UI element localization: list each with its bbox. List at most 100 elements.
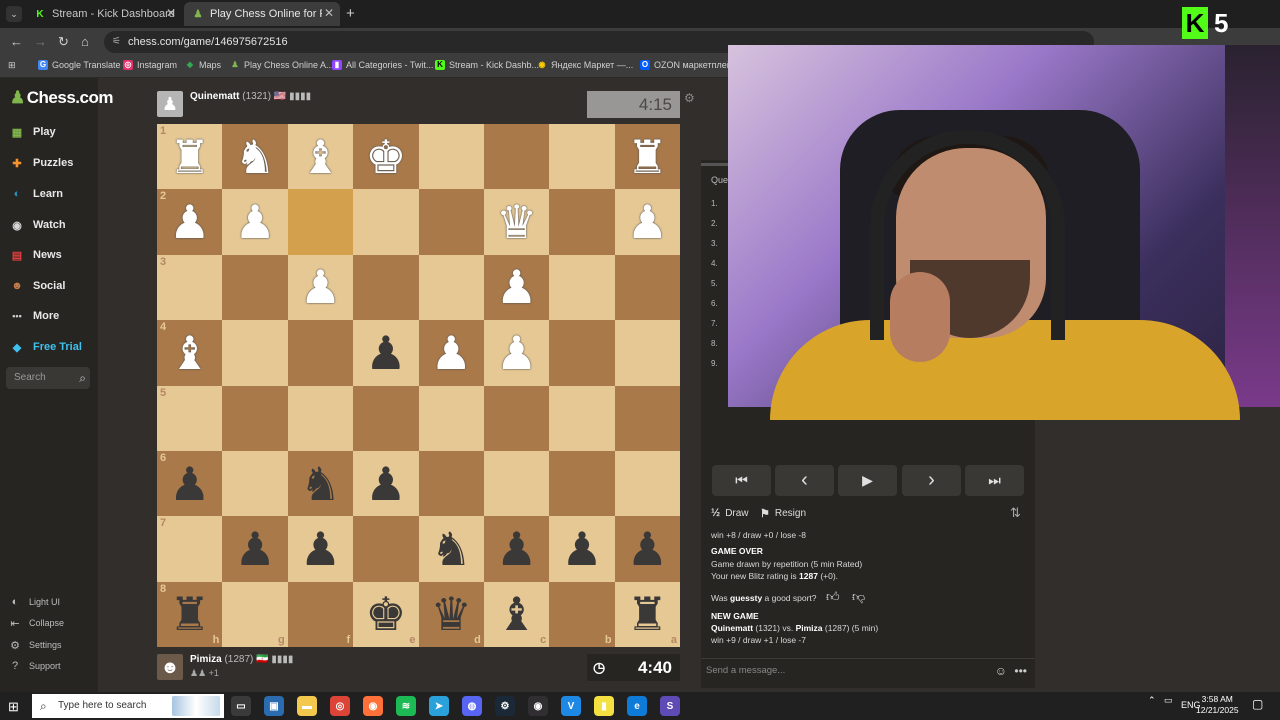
board-square[interactable]: ♟ xyxy=(614,189,680,255)
board-square[interactable] xyxy=(222,450,288,517)
board-square[interactable] xyxy=(614,320,680,386)
search-icon[interactable]: ⌕ xyxy=(79,367,86,389)
board-square[interactable]: ♟ xyxy=(287,516,354,582)
network-icon[interactable]: ▭ xyxy=(1164,695,1173,706)
obs-icon[interactable]: ◉ xyxy=(528,696,548,716)
board-square[interactable] xyxy=(418,189,484,255)
white-rook-icon[interactable]: ♜ xyxy=(627,134,668,180)
avatar[interactable]: ☻ xyxy=(157,654,183,680)
board-square[interactable] xyxy=(287,320,354,386)
bookmark-ozon[interactable]: O OZON маркетплей... xyxy=(640,60,739,70)
board-square[interactable] xyxy=(353,189,419,255)
reload-icon[interactable]: ↻ xyxy=(58,34,69,50)
sidebar-item-social[interactable]: ☻ Social xyxy=(8,275,65,297)
black-king-icon[interactable]: ♚ xyxy=(365,591,406,637)
forward-arrow-icon[interactable]: → xyxy=(34,34,47,49)
chesscom-logo[interactable]: ♟ Chess.com xyxy=(10,88,113,108)
board-square[interactable]: ♞ xyxy=(418,516,484,582)
white-king-icon[interactable]: ♚ xyxy=(365,134,406,180)
board-square[interactable] xyxy=(614,254,680,321)
board-square[interactable]: f xyxy=(287,581,354,647)
chess-board[interactable]: 1 ♜ ♞ ♝ ♚ ♜ 2 ♟ ♟ ♛ ♟ 3 ♟ ♟ 4 ♝ ♟ ♟ ♟ 5 6 ♟ ♞ ♟ 7 ♟ ♟ ♞ ♟ ♟ ♟ 8 h ♜ g f e ♚ d ♛… xyxy=(157,124,680,647)
sidebar-item-more[interactable]: ••• More xyxy=(8,305,59,327)
board-square[interactable] xyxy=(418,385,484,451)
board-square[interactable] xyxy=(483,385,550,451)
board-square[interactable] xyxy=(549,254,615,321)
task-view-icon[interactable]: ▭ xyxy=(231,696,251,716)
home-icon[interactable]: ⌂ xyxy=(81,34,89,49)
board-square[interactable] xyxy=(483,124,550,190)
white-pawn-icon[interactable]: ♟ xyxy=(627,199,668,245)
bookmark-twitch[interactable]: ▮ All Categories - Twit... xyxy=(332,60,433,70)
app-icon[interactable]: S xyxy=(660,696,680,716)
chat-message-input[interactable]: Send a message... ☺ ••• xyxy=(701,658,1035,682)
gear-icon[interactable]: ⚙ xyxy=(684,91,695,105)
board-square[interactable] xyxy=(287,385,354,451)
sidebar-item-collapse[interactable]: ⇤ Collapse xyxy=(8,615,64,631)
steam-icon[interactable]: ⚙ xyxy=(495,696,515,716)
board-square[interactable] xyxy=(287,189,354,255)
board-square[interactable] xyxy=(549,385,615,451)
board-square[interactable]: ♟ xyxy=(483,254,550,321)
bookmark-maps[interactable]: ◆ Maps xyxy=(185,60,221,70)
chrome-icon[interactable]: ◎ xyxy=(330,696,350,716)
sidebar-item-watch[interactable]: ◉ Watch xyxy=(8,214,65,236)
board-square[interactable] xyxy=(549,124,615,190)
tab-kick-dashboard[interactable]: K Stream - Kick Dashboard ✕ xyxy=(26,2,182,26)
play-button[interactable]: ▶ xyxy=(838,465,897,496)
board-square[interactable] xyxy=(353,385,419,451)
board-square[interactable]: ♟ xyxy=(614,516,680,582)
sidebar-item-support[interactable]: ? Support xyxy=(8,658,61,674)
bookmark-play-chess[interactable]: ♟ Play Chess Online A... xyxy=(230,60,333,70)
board-square[interactable]: d ♛ xyxy=(418,581,484,647)
board-square[interactable]: ♝ xyxy=(287,124,354,190)
board-square[interactable]: 6 ♟ xyxy=(157,450,223,517)
file-explorer-icon[interactable]: ▬ xyxy=(297,696,317,716)
telegram-icon[interactable]: ➤ xyxy=(429,696,449,716)
bookmark-kick[interactable]: K Stream - Kick Dashb... xyxy=(435,60,539,70)
sidebar-item-light-ui[interactable]: ◐ Light UI xyxy=(8,594,60,610)
board-square[interactable]: 8 h ♜ xyxy=(157,581,223,647)
board-square[interactable]: 3 xyxy=(157,254,223,321)
white-rook-icon[interactable]: ♜ xyxy=(169,134,210,180)
black-queen-icon[interactable]: ♛ xyxy=(431,591,472,637)
board-square[interactable]: ♞ xyxy=(287,450,354,517)
top-player-name[interactable]: Quinematt (1321) 🇺🇸 ▮▮▮▮ xyxy=(190,91,311,102)
sidebar-item-free-trial[interactable]: ◆ Free Trial xyxy=(8,336,82,358)
board-square[interactable]: ♟ xyxy=(222,516,288,582)
board-square[interactable]: ♛ xyxy=(483,189,550,255)
board-square[interactable]: ♟ xyxy=(287,254,354,321)
discord-icon[interactable]: ◍ xyxy=(462,696,482,716)
black-knight-icon[interactable]: ♞ xyxy=(300,461,341,507)
white-queen-icon[interactable]: ♛ xyxy=(496,199,537,245)
bottom-player-name[interactable]: Pimiza (1287) 🇮🇷 ▮▮▮▮ ♟♟ +1 xyxy=(190,654,293,679)
board-square[interactable] xyxy=(614,385,680,451)
draw-button[interactable]: ½ Draw xyxy=(711,507,749,519)
site-info-icon[interactable]: ⚟ xyxy=(112,31,121,53)
board-square[interactable]: ♟ xyxy=(549,516,615,582)
tab-search-icon[interactable]: ⌄ xyxy=(6,6,22,22)
black-pawn-icon[interactable]: ♟ xyxy=(234,526,275,572)
black-rook-icon[interactable]: ♜ xyxy=(169,591,210,637)
board-square[interactable]: ♞ xyxy=(222,124,288,190)
sidebar-item-play[interactable]: ▦ Play xyxy=(8,121,56,143)
board-square[interactable] xyxy=(222,320,288,386)
board-square[interactable] xyxy=(222,254,288,321)
previous-move-button[interactable]: ‹ xyxy=(775,465,834,496)
black-pawn-icon[interactable]: ♟ xyxy=(300,526,341,572)
board-square[interactable]: e ♚ xyxy=(353,581,419,647)
vpn-icon[interactable]: V xyxy=(561,696,581,716)
bookmark-google-translate[interactable]: G Google Translate xyxy=(38,60,121,70)
black-rook-icon[interactable]: ♜ xyxy=(627,591,668,637)
board-square[interactable] xyxy=(549,450,615,517)
back-arrow-icon[interactable]: ← xyxy=(10,34,23,49)
board-square[interactable]: g xyxy=(222,581,288,647)
streamer-icon[interactable]: ▮ xyxy=(594,696,614,716)
desktop-icon[interactable]: ▣ xyxy=(264,696,284,716)
black-pawn-icon[interactable]: ♟ xyxy=(627,526,668,572)
flip-board-icon[interactable]: ⇅ xyxy=(1010,505,1021,521)
board-square[interactable]: 2 ♟ xyxy=(157,189,223,255)
sidebar-item-puzzles[interactable]: ✚ Puzzles xyxy=(8,152,73,174)
tray-chevron-icon[interactable]: ⌃ xyxy=(1148,695,1156,706)
apps-grid-icon[interactable]: ⊞ xyxy=(8,60,16,71)
